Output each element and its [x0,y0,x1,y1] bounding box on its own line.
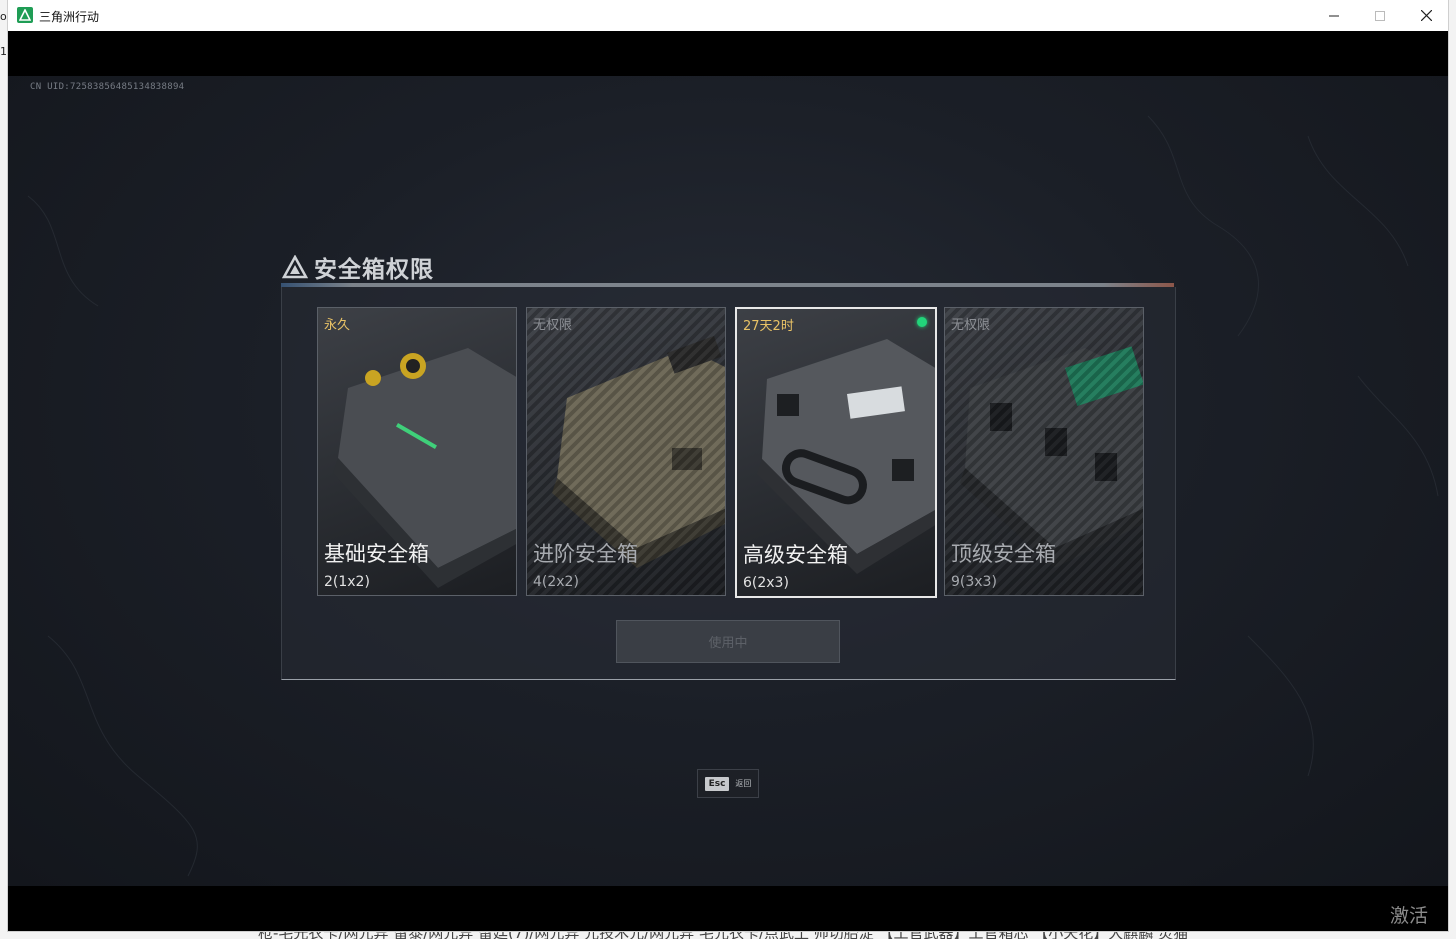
dialog-title: 安全箱权限 [314,257,434,283]
background-page-left: o 1 [0,0,8,939]
close-icon [1420,10,1432,21]
background-page-right [1448,0,1456,939]
card-title: 高级安全箱 [743,543,848,567]
close-button[interactable] [1403,0,1449,31]
card-capacity: 6(2x3) [743,575,789,591]
safebox-card-basic[interactable]: 永久 基础安全箱 2(1x2) [317,307,517,596]
status-label: 无权限 [533,318,573,333]
card-capacity: 9(3x3) [951,574,997,590]
player-uid: CN UID:72583856485134838894 [30,82,185,92]
dialog-header: 安全箱权限 [282,250,434,284]
card-title: 顶级安全箱 [951,542,1056,566]
minimize-icon [1329,15,1339,16]
esc-key-icon: Esc [704,776,730,791]
maximize-icon [1375,10,1385,21]
back-label: 返回 [735,779,752,788]
status-label: 无权限 [951,318,991,333]
esc-back-button[interactable]: Esc 返回 [697,769,759,798]
in-use-button[interactable]: 使用中 [616,620,840,663]
card-title: 基础安全箱 [324,542,429,566]
game-screen: CN UID:72583856485134838894 安全箱权限 永久 基础安… [8,76,1448,886]
title-bar[interactable]: 三角洲行动 [8,0,1448,32]
minimize-button[interactable] [1311,0,1357,31]
status-label: 永久 [324,318,351,333]
window-title: 三角洲行动 [39,10,100,24]
card-capacity: 4(2x2) [533,574,579,590]
safebox-card-advanced[interactable]: 无权限 进阶安全箱 4(2x2) [526,307,726,596]
active-indicator-icon [917,317,927,327]
status-label: 27天2时 [743,319,794,334]
windows-activation-watermark: 激活 [1390,905,1429,927]
safebox-card-top[interactable]: 无权限 顶级安全箱 9(3x3) [944,307,1144,596]
maximize-button[interactable] [1357,0,1403,31]
game-window: 三角洲行动 CN UID:72583856485134838894 安全箱权限 … [8,0,1448,931]
safebox-card-premium[interactable]: 27天2时 高级安全箱 6(2x3) [735,307,937,598]
background-char: o [0,10,7,23]
card-title: 进阶安全箱 [533,542,638,566]
background-char: 1 [0,45,7,58]
letterbox-bottom [8,886,1448,931]
letterbox-top [8,31,1448,76]
app-logo-icon [17,7,33,23]
card-capacity: 2(1x2) [324,574,370,590]
warning-triangle-icon [282,255,308,279]
